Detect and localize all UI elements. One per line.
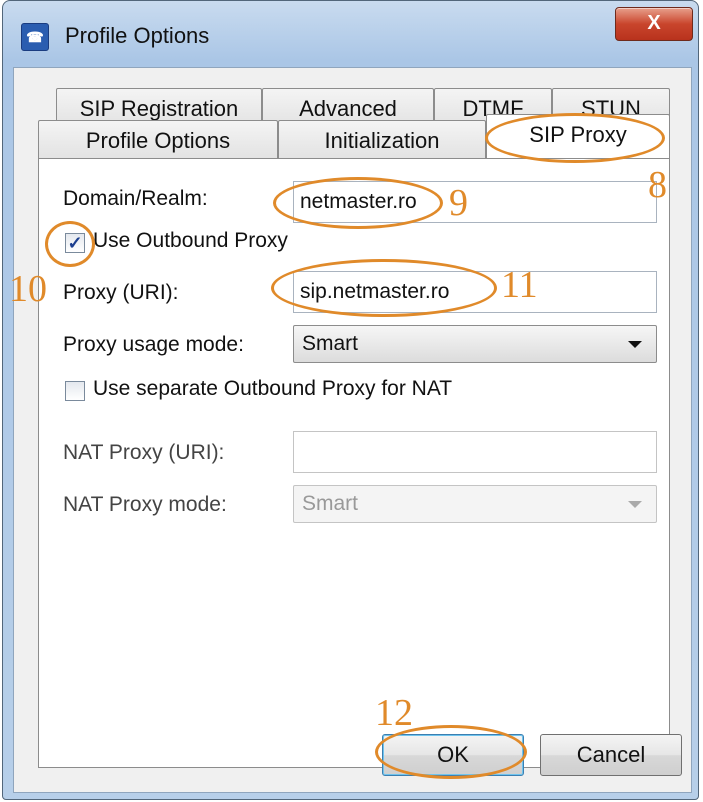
nat-proxy-mode-select[interactable]: Smart xyxy=(293,485,657,523)
annotation-number-12: 12 xyxy=(375,692,413,734)
domain-realm-field[interactable]: netmaster.ro xyxy=(293,181,657,223)
proxy-usage-mode-select[interactable]: Smart xyxy=(293,325,657,363)
nat-proxy-uri-label: NAT Proxy (URI): xyxy=(63,441,225,464)
use-outbound-proxy-checkbox[interactable]: ✓ xyxy=(65,233,85,253)
sip-proxy-panel: Domain/Realm: netmaster.ro ✓ Use Outboun… xyxy=(38,158,670,768)
annotation-number-8: 8 xyxy=(648,164,667,206)
tab-initialization[interactable]: Initialization xyxy=(278,120,486,160)
proxy-uri-label: Proxy (URI): xyxy=(63,281,179,304)
close-button[interactable]: X xyxy=(615,7,693,41)
domain-realm-label: Domain/Realm: xyxy=(63,187,208,210)
ok-button[interactable]: OK xyxy=(382,734,524,776)
annotation-number-11: 11 xyxy=(501,264,538,306)
title-bar[interactable]: ☎ Profile Options X xyxy=(3,1,698,67)
nat-proxy-mode-value: Smart xyxy=(302,492,359,515)
proxy-usage-mode-value: Smart xyxy=(302,332,359,355)
nat-proxy-mode-label: NAT Proxy mode: xyxy=(63,493,227,516)
profile-options-dialog: ☎ Profile Options X SIP Registration Adv… xyxy=(2,0,699,800)
dialog-client-area: SIP Registration Advanced DTMF STUN Prof… xyxy=(13,67,692,793)
cancel-button[interactable]: Cancel xyxy=(540,734,682,776)
proxy-uri-field[interactable]: sip.netmaster.ro xyxy=(293,271,657,313)
chevron-down-icon xyxy=(628,341,642,348)
separate-nat-proxy-checkbox[interactable] xyxy=(65,381,85,401)
separate-nat-proxy-label: Use separate Outbound Proxy for NAT xyxy=(93,377,453,400)
annotation-number-9: 9 xyxy=(449,182,468,224)
tab-profile-options[interactable]: Profile Options xyxy=(38,120,278,160)
use-outbound-proxy-label: Use Outbound Proxy xyxy=(93,229,288,252)
window-title: Profile Options xyxy=(65,23,210,48)
cancel-label: Cancel xyxy=(576,742,646,767)
chevron-down-icon xyxy=(628,501,642,508)
app-icon: ☎ xyxy=(21,23,49,51)
nat-proxy-uri-field[interactable] xyxy=(293,431,657,473)
proxy-usage-mode-label: Proxy usage mode: xyxy=(63,333,244,356)
annotation-number-10: 10 xyxy=(9,268,47,310)
tab-sip-proxy[interactable]: SIP Proxy xyxy=(486,114,670,158)
